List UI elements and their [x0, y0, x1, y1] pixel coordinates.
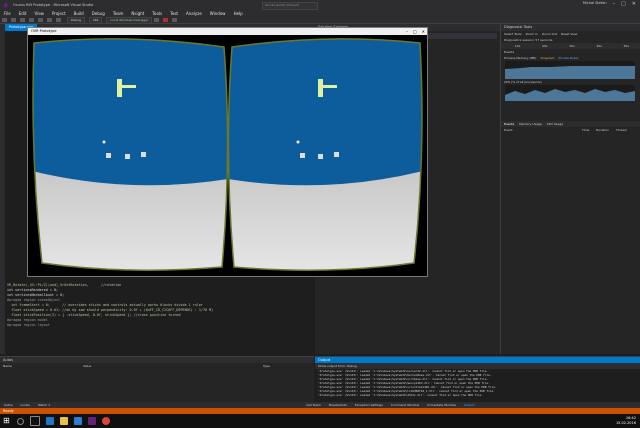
menu-nsight[interactable]: Nsight	[131, 11, 144, 16]
visual-studio-logo-icon: ◆	[3, 0, 9, 9]
maximize-icon[interactable]: □	[621, 1, 626, 7]
events-table-header: Event Time Duration Thread	[501, 127, 640, 133]
start-icon[interactable]: ⊞	[3, 417, 11, 425]
code-line-text: int verticesNormalCount = 0;	[7, 293, 65, 297]
menu-build[interactable]: Build	[74, 11, 84, 16]
col-time[interactable]: Time	[582, 127, 596, 133]
vr-close-icon[interactable]: ✕	[422, 28, 425, 35]
code-lines: VR_Rotate(-(D::Pi/2)(wnd)_VrGetRotation,…	[7, 283, 312, 328]
windows-taskbar: ⊞ 16:42 15.02.2016	[0, 414, 640, 428]
task-view-icon[interactable]	[30, 416, 40, 426]
right-eye-view	[228, 38, 422, 271]
platform-select[interactable]: x64	[88, 16, 103, 24]
output-panel: Output Show output from: Debug 'Prototyp…	[315, 356, 640, 402]
tick-label: 10s	[514, 44, 521, 48]
pause-icon[interactable]	[154, 18, 160, 22]
left-eye-view	[33, 38, 228, 271]
code-line-text: int frameStart = 0; // overrides sticks …	[7, 303, 203, 307]
configuration-select[interactable]: Debug	[67, 16, 85, 24]
window-title: Oculus Rift Prototype - Microsoft Visual…	[13, 3, 94, 7]
menu-test[interactable]: Test	[170, 11, 178, 16]
run-debugger-button[interactable]: Local Windows Debugger	[106, 16, 153, 24]
new-file-icon[interactable]	[20, 18, 25, 22]
cpu-graph	[505, 85, 635, 101]
memory-graph	[505, 61, 635, 79]
autos-panel: Autos Name Value Type	[0, 356, 314, 402]
code-line: #pragma region layout	[7, 323, 312, 328]
back-icon[interactable]	[2, 18, 7, 22]
status-text: Ready	[3, 409, 14, 413]
menu-file[interactable]: File	[4, 11, 11, 16]
code-line-text: int verticesRendered = 0;	[7, 288, 59, 292]
close-icon[interactable]: ✕	[632, 1, 636, 7]
vr-prototype-window[interactable]: OVR Prototype – □ ✕	[27, 27, 428, 277]
user-name[interactable]: Michal Stefan	[583, 1, 607, 7]
restart-icon[interactable]	[172, 18, 178, 22]
quick-launch-input[interactable]: Quick Launch (Ctrl+Q)	[262, 2, 318, 10]
diagnostic-tools-panel: Diagnostic Tools Select Tools Zoom In Zo…	[500, 24, 640, 354]
autos-header: Name Value Type	[0, 363, 314, 369]
vr-window-title: OVR Prototype	[31, 29, 57, 33]
visual-studio-taskbar-icon[interactable]	[88, 417, 96, 425]
menu-edit[interactable]: Edit	[19, 11, 27, 16]
clock-date: 15.02.2016	[615, 421, 636, 425]
col-duration[interactable]: Duration	[596, 127, 616, 133]
save-all-icon[interactable]	[38, 18, 43, 22]
col-value[interactable]: Value	[83, 364, 263, 368]
tick-label: 50s	[623, 44, 630, 48]
menu-project[interactable]: Project	[52, 11, 66, 16]
forward-icon[interactable]	[11, 18, 16, 22]
menu-view[interactable]: View	[34, 11, 44, 16]
stop-icon[interactable]	[163, 18, 169, 22]
diagnostic-tools-title: Diagnostic Tools	[501, 24, 640, 31]
store-icon[interactable]	[74, 417, 82, 425]
tick-label: 30s	[569, 44, 575, 48]
col-type[interactable]: Type	[263, 364, 270, 368]
edge-icon[interactable]	[46, 417, 54, 425]
menu-tools[interactable]: Tools	[152, 11, 162, 16]
menu-analyze[interactable]: Analyze	[186, 11, 202, 16]
chrome-icon[interactable]	[102, 417, 110, 425]
vr-window-titlebar: OVR Prototype – □ ✕	[28, 28, 427, 35]
minimize-icon[interactable]: –	[613, 1, 616, 7]
col-thread[interactable]: Thread	[616, 127, 627, 133]
redo-icon[interactable]	[56, 18, 61, 22]
toolbar: Debug x64 Local Windows Debugger	[0, 16, 640, 24]
output-lines: 'Prototype.exe' (Win32): Loaded 'C:\Wind…	[315, 369, 640, 397]
col-event[interactable]: Event	[504, 127, 582, 133]
vr-minimize-icon[interactable]: –	[406, 28, 408, 35]
private-bytes-legend: Private Bytes	[558, 56, 579, 60]
stereo-viewport	[28, 35, 427, 276]
code-line-text: #pragma region model	[7, 318, 48, 322]
file-explorer-icon[interactable]	[60, 417, 68, 425]
menu-window[interactable]: Window	[210, 11, 226, 16]
code-line-text: float stickPosition(3) = { -stickSpeed, …	[7, 313, 181, 317]
save-icon[interactable]	[29, 18, 34, 22]
search-icon[interactable]	[17, 417, 24, 425]
tick-label: 20s	[542, 44, 548, 48]
vr-maximize-icon[interactable]: □	[413, 28, 417, 35]
memory-title: Process Memory (MB)	[504, 56, 537, 60]
snapshot-legend: Snapshot	[540, 56, 555, 60]
taskbar-clock[interactable]: 16:42 15.02.2016	[616, 416, 636, 426]
title-bar: ◆ Oculus Rift Prototype - Microsoft Visu…	[0, 0, 640, 10]
menu-help[interactable]: Help	[234, 11, 243, 16]
output-line: 'Prototype.exe' (Win32): Loaded 'C:\Wind…	[318, 393, 484, 397]
tick-label: 40s	[596, 44, 602, 48]
menu-team[interactable]: Team	[113, 11, 124, 16]
code-line-text: #pragma region sceneObject	[7, 298, 61, 302]
code-line-text: #pragma region layout	[7, 323, 50, 327]
code-line-text: float stickSpeed = 0.01; //ok by sad sho…	[7, 308, 214, 312]
code-line-text: VR_Rotate(-(D::Pi/2)(wnd)_VrGetRotation,…	[7, 283, 122, 287]
col-name[interactable]: Name	[3, 364, 83, 368]
undo-icon[interactable]	[47, 18, 52, 22]
menu-debug[interactable]: Debug	[92, 11, 105, 16]
reset-view-button[interactable]: Reset View	[561, 31, 577, 37]
